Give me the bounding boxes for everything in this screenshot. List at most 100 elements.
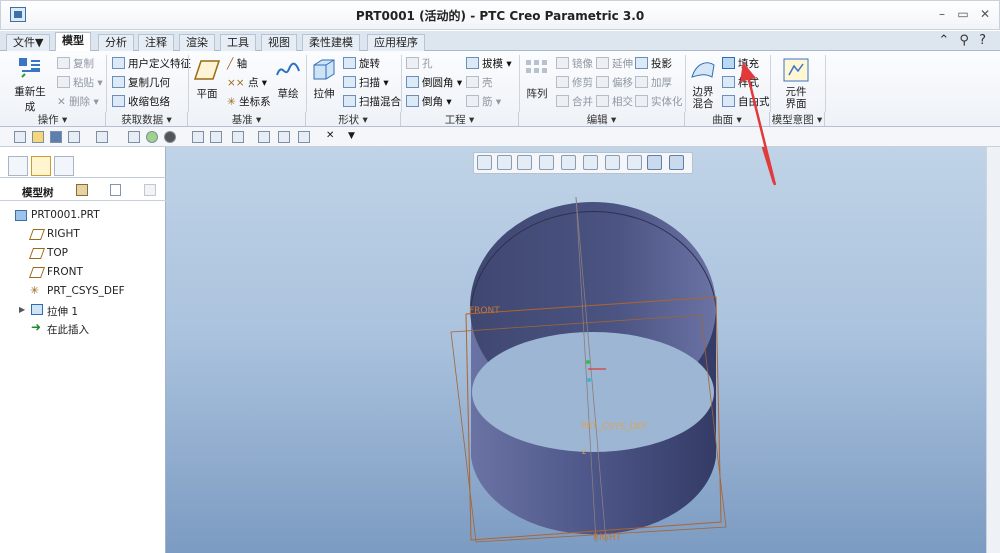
tab-view[interactable]: 视图 [261,34,297,51]
chamfer-icon [406,95,419,107]
zoom-in-icon[interactable] [497,155,512,170]
search-icon[interactable]: ⚲ [959,33,969,48]
solidify-button[interactable]: 实体化 [635,94,683,109]
regenerate-quick-icon[interactable] [128,131,140,143]
tree-filter-icon[interactable] [144,184,156,196]
plane-button[interactable]: 平面 [193,57,221,101]
round-button[interactable]: 倒圆角 ▾ [406,75,462,90]
user-defined-feature-button[interactable]: 用户定义特征 [112,56,191,71]
boundary-blend-button[interactable]: 边界 混合 [689,57,717,110]
spin-center-icon[interactable] [647,155,662,170]
help-icon[interactable]: ? [979,33,986,48]
tree-columns-icon[interactable] [110,184,121,196]
delete-button[interactable]: ✕ 删除 ▾ [57,94,99,109]
group-label-editing[interactable]: 编辑 ▾ [519,112,685,126]
hole-button[interactable]: 孔 [406,56,433,71]
csys-icon: ✳ [30,284,40,297]
view-orient-icon[interactable] [192,131,204,143]
csys-button[interactable]: ✳ 坐标系 [227,94,271,109]
tree-item-part[interactable]: PRT0001.PRT [31,209,100,221]
mirror-button[interactable]: 镜像 [556,56,593,71]
zoom-out-icon[interactable] [517,155,532,170]
group-divider [306,55,307,112]
appearance-icon[interactable] [258,131,270,143]
display-style-icon[interactable] [561,155,576,170]
tab-flexible-modeling[interactable]: 柔性建模 [302,34,360,51]
sketch-button[interactable]: 草绘 [274,57,302,101]
group-label-datum[interactable]: 基准 ▾ [188,112,306,126]
refit-icon[interactable] [477,155,492,170]
revolve-icon [343,57,356,69]
sweep-button[interactable]: 扫描 ▾ [343,75,389,90]
chevron-up-icon[interactable]: ⌃ [938,33,949,48]
display-icon[interactable] [146,131,158,143]
expand-arrow-icon[interactable]: ▶ [19,305,25,314]
repaint-icon[interactable] [539,155,554,170]
group-label-engineering[interactable]: 工程 ▾ [401,112,519,126]
layers-icon[interactable] [278,131,290,143]
project-button[interactable]: 投影 [635,56,672,71]
tab-applications[interactable]: 应用程序 [367,34,425,51]
offset-button[interactable]: 偏移 [596,75,633,90]
extrude-button[interactable]: 拉伸 [310,57,338,101]
redo-icon[interactable] [96,131,108,143]
swept-blend-button[interactable]: 扫描混合 [343,94,401,109]
tab-analysis[interactable]: 分析 [98,34,134,51]
tab-file[interactable]: 文件▼ [6,34,51,51]
tree-item-top[interactable]: TOP [47,247,68,259]
group-divider [825,55,826,112]
tree-settings-icon[interactable] [76,184,88,196]
regenerate-button[interactable]: 重新生成 [10,55,50,114]
group-label-get-data[interactable]: 获取数据 ▾ [106,112,188,126]
windows-icon[interactable] [298,131,310,143]
close-button[interactable]: ✕ [976,6,994,22]
datum-display-filters-icon[interactable] [627,155,642,170]
shading-icon[interactable] [164,131,176,143]
shrinkwrap-button[interactable]: 收缩包络 [112,94,170,109]
rib-button[interactable]: 筋 ▾ [466,94,501,109]
extend-button[interactable]: 延伸 [596,56,633,71]
paste-button[interactable]: 粘贴 ▾ [57,75,103,90]
folder-browser-tab-icon[interactable] [31,156,51,176]
revolve-button[interactable]: 旋转 [343,56,380,71]
tree-item-extrude[interactable]: 拉伸 1 [47,304,78,319]
copy-geometry-button[interactable]: 复制几何 [112,75,170,90]
tree-item-front[interactable]: FRONT [47,266,83,278]
axis-button[interactable]: ╱ 轴 [227,56,247,71]
favorites-tab-icon[interactable] [54,156,74,176]
tab-annotate[interactable]: 注释 [138,34,174,51]
copy-button[interactable]: 复制 [57,56,94,71]
customize-chevron-icon[interactable]: ▼ [348,131,360,143]
datum-display-icon[interactable] [210,131,222,143]
thicken-button[interactable]: 加厚 [635,75,672,90]
shell-button[interactable]: 壳 [466,75,493,90]
point-button[interactable]: ×× 点 ▾ [227,75,267,90]
group-label-operations[interactable]: 操作 ▾ [0,112,106,126]
open-folder-icon[interactable] [32,131,44,143]
view-manager-icon[interactable] [605,155,620,170]
restore-button[interactable]: ▭ [954,6,972,22]
measure-icon[interactable] [232,131,244,143]
tree-item-csys[interactable]: PRT_CSYS_DEF [47,285,125,297]
trim-button[interactable]: 修剪 [556,75,593,90]
intersect-button[interactable]: 相交 [596,94,633,109]
tab-render[interactable]: 渲染 [179,34,215,51]
new-file-icon[interactable] [14,131,26,143]
group-label-shapes[interactable]: 形状 ▾ [306,112,401,126]
saved-orientations-icon[interactable] [583,155,598,170]
tree-item-insert-here[interactable]: 在此插入 [47,322,89,337]
draft-button[interactable]: 拔模 ▾ [466,56,512,71]
tab-model[interactable]: 模型 [55,32,91,52]
undo-icon[interactable] [68,131,80,143]
vertical-scrollbar[interactable] [986,147,1000,553]
model-tree-tab-icon[interactable] [8,156,28,176]
close-window-icon[interactable]: ✕ [326,131,338,143]
minimize-button[interactable]: – [933,6,951,22]
annotation-display-icon[interactable] [669,155,684,170]
save-icon[interactable] [50,131,62,143]
pattern-button[interactable]: 阵列 [522,57,552,101]
merge-button[interactable]: 合并 [556,94,593,109]
chamfer-button[interactable]: 倒角 ▾ [406,94,452,109]
tree-item-right[interactable]: RIGHT [47,228,80,240]
tab-tools[interactable]: 工具 [220,34,256,51]
